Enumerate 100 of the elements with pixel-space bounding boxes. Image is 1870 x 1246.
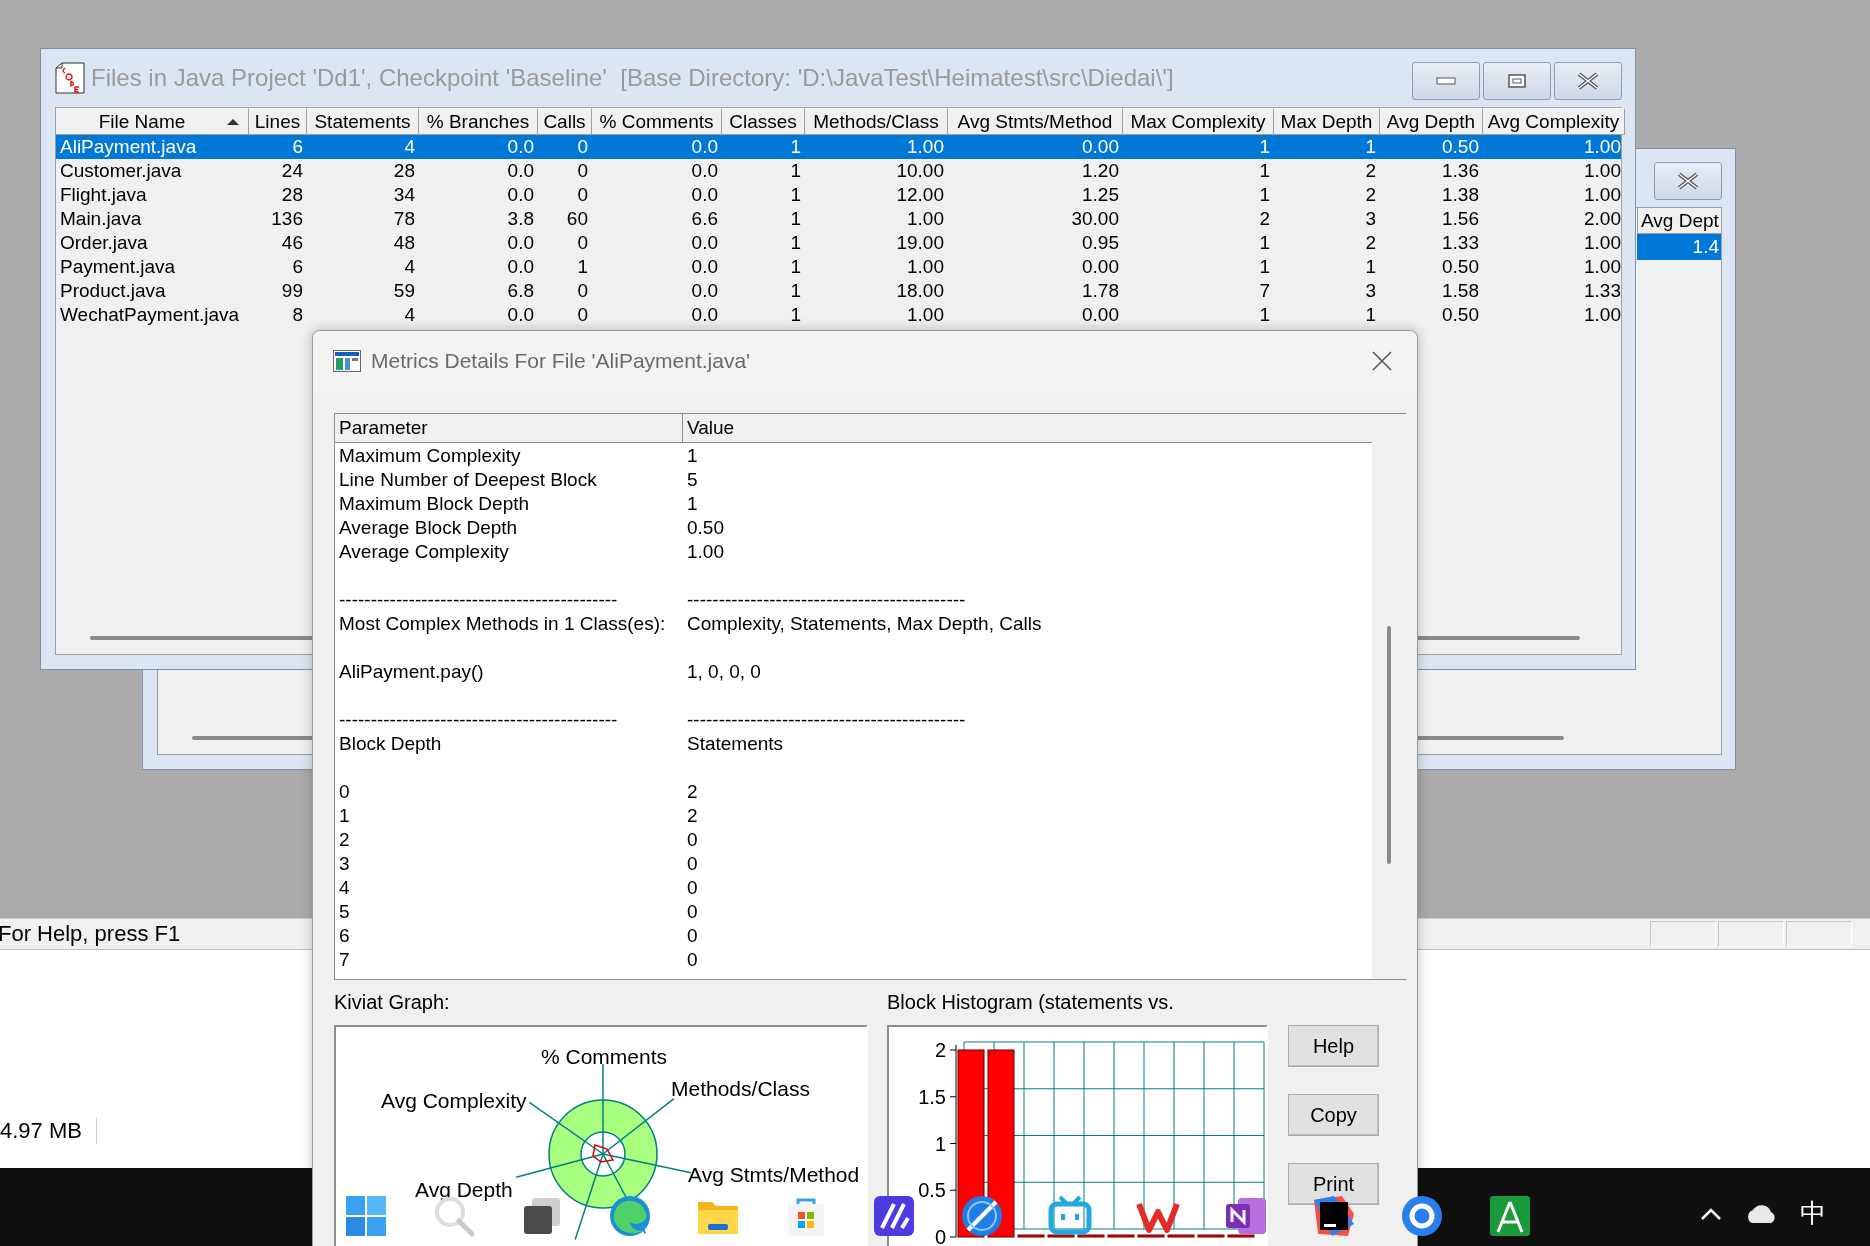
parameter-text: Line Number of Deepest Block <box>338 468 597 492</box>
value-text: 0 <box>686 924 698 948</box>
dialog-button[interactable]: Help <box>1288 1025 1379 1067</box>
table-cell-text: Product.java <box>59 279 167 303</box>
table-cell-text: Customer.java <box>59 159 183 183</box>
table-cell-text: 30.00 <box>1070 207 1120 231</box>
slash-tile-icon[interactable] <box>872 1194 916 1238</box>
table-cell-text: Main.java <box>59 207 143 231</box>
column-header[interactable]: Avg Complexity <box>1483 108 1625 135</box>
parameter-text: AliPayment.pay() <box>338 660 484 684</box>
table-cell-text: 2.00 <box>1583 207 1622 231</box>
table-row[interactable]: Customer.java 24 28 0.0 0 0.0 1 10.00 1.20 1 2 1.36 1.00 <box>56 159 1621 183</box>
parameter-text: -------------------------------------------- <box>338 588 618 612</box>
scrollbar-thumb[interactable] <box>1387 626 1391 864</box>
close-button[interactable] <box>1654 162 1722 200</box>
table-row[interactable]: WechatPayment.java 8 4 0.0 0 0.0 1 1.00 0.00 1 1 0.50 1.00 <box>56 303 1621 327</box>
table-cell-text: 1.00 <box>1583 159 1622 183</box>
table-cell-text: 2 <box>1258 207 1271 231</box>
column-header[interactable]: % Comments <box>592 108 722 135</box>
histogram-label: Block Histogram (statements vs. <box>887 990 1175 1015</box>
table-cell-text: 99 <box>280 279 304 303</box>
status-pane <box>1786 921 1852 947</box>
table-cell-text: 1 <box>789 135 802 159</box>
ring-icon[interactable] <box>1400 1194 1444 1238</box>
parameter-text: -------------------------------------------- <box>338 708 618 732</box>
table-cell-text: 1.56 <box>1441 207 1480 231</box>
table-cell-text: 0 <box>576 303 589 327</box>
column-header[interactable]: Parameter <box>335 414 683 443</box>
column-header[interactable]: % Branches <box>419 108 538 135</box>
column-header[interactable]: Max Complexity <box>1123 108 1274 135</box>
value-text: 0.50 <box>686 516 724 540</box>
parameter-text: 7 <box>338 948 350 972</box>
table-cell-text: 0 <box>576 279 589 303</box>
dialog-button[interactable]: Copy <box>1288 1094 1379 1136</box>
table-row[interactable]: Order.java 46 48 0.0 0 0.0 1 19.00 0.95 1 2 1.33 1.00 <box>56 231 1621 255</box>
status-pane <box>1718 921 1784 947</box>
input-method-indicator[interactable]: 中 <box>1800 1196 1826 1231</box>
table-cell-text: 0.0 <box>690 255 719 279</box>
table-cell-text: 0.0 <box>690 279 719 303</box>
table-cell-text: 6 <box>291 135 304 159</box>
column-header[interactable]: Value <box>683 414 1373 443</box>
table-cell-text: 28 <box>392 159 416 183</box>
table-row[interactable]: AliPayment.java 6 4 0.0 0 0.0 1 1.00 0.00 1 1 0.50 1.00 <box>56 135 1621 159</box>
parameter-text: Average Complexity <box>338 540 509 564</box>
column-header[interactable]: Max Depth <box>1274 108 1380 135</box>
table-cell-text: 19.00 <box>895 231 945 255</box>
swirl-icon[interactable] <box>608 1194 652 1238</box>
dialog-button[interactable]: Print <box>1288 1163 1379 1205</box>
table-row[interactable]: Main.java 136 78 3.8 60 6.6 1 1.00 30.00 2 3 1.56 2.00 <box>56 207 1621 231</box>
histogram-bar <box>1167 1234 1195 1238</box>
table-cell-text: 46 <box>280 231 304 255</box>
table-cell-text: 1 <box>789 183 802 207</box>
chevron-up-icon[interactable] <box>1700 1206 1722 1221</box>
table-cell-text: 0.0 <box>506 159 535 183</box>
table-cell-text: 6.8 <box>506 279 535 303</box>
compass-icon[interactable] <box>960 1194 1004 1238</box>
column-header[interactable]: Avg Depth <box>1380 108 1483 135</box>
column-header[interactable]: Classes <box>722 108 805 135</box>
column-header[interactable]: Methods/Class <box>805 108 948 135</box>
table-cell-text: 0.00 <box>1081 303 1120 327</box>
status-pane <box>1650 921 1716 947</box>
column-header[interactable]: Avg Stmts/Method <box>948 108 1123 135</box>
column-header[interactable]: Avg Dept <box>1637 208 1721 234</box>
dark-tile-icon[interactable] <box>1312 1194 1356 1238</box>
table-cell-text: 4 <box>403 135 416 159</box>
parameter-text: 1 <box>338 804 350 828</box>
kiviat-label: Kiviat Graph: <box>334 990 451 1015</box>
axis-label: % Comments <box>541 1045 667 1068</box>
drafting-compass-icon[interactable] <box>1488 1194 1532 1238</box>
table-row[interactable]: Product.java 99 59 6.8 0 0.0 1 18.00 1.78 7 3 1.58 1.33 <box>56 279 1621 303</box>
table-cell-text: 24 <box>280 159 304 183</box>
close-button[interactable] <box>1554 62 1622 100</box>
value-text: 0 <box>686 852 698 876</box>
parameter-text: Maximum Block Depth <box>338 492 530 516</box>
table-cell-text: Payment.java <box>59 255 177 279</box>
table-cell-text: 8 <box>291 303 304 327</box>
table-cell-text: 0.00 <box>1081 135 1120 159</box>
table-row[interactable]: Flight.java 28 34 0.0 0 0.0 1 12.00 1.25 1 2 1.38 1.00 <box>56 183 1621 207</box>
table-cell-text: 1 <box>1364 303 1377 327</box>
axis-tick-label: 0 <box>934 1226 946 1246</box>
value-text: 0 <box>686 828 698 852</box>
table-row[interactable]: Payment.java 6 4 0.0 1 0.0 1 1.00 0.00 1 1 0.50 1.00 <box>56 255 1621 279</box>
dialog-title: Metrics Details For File 'AliPayment.java' <box>371 349 751 373</box>
table-cell-text: 1.00 <box>906 303 945 327</box>
column-header[interactable]: Calls <box>538 108 592 135</box>
start-icon[interactable] <box>344 1194 388 1238</box>
table-cell-text: 1 <box>789 303 802 327</box>
table-cell-text: 59 <box>392 279 416 303</box>
table-cell-text: 0.0 <box>690 303 719 327</box>
axis-tick-label: 0.5 <box>918 1179 946 1202</box>
minimize-button[interactable] <box>1412 62 1480 100</box>
column-header[interactable]: File Name <box>56 108 249 135</box>
table-cell-text: 3 <box>1364 279 1377 303</box>
column-header[interactable]: Lines <box>249 108 307 135</box>
table-cell-text: 0 <box>576 135 589 159</box>
maximize-button[interactable] <box>1483 62 1551 100</box>
table-cell-text: 0.0 <box>506 303 535 327</box>
table-cell-text: 2 <box>1364 183 1377 207</box>
column-header[interactable]: Statements <box>307 108 419 135</box>
tv-icon[interactable] <box>1048 1194 1092 1238</box>
